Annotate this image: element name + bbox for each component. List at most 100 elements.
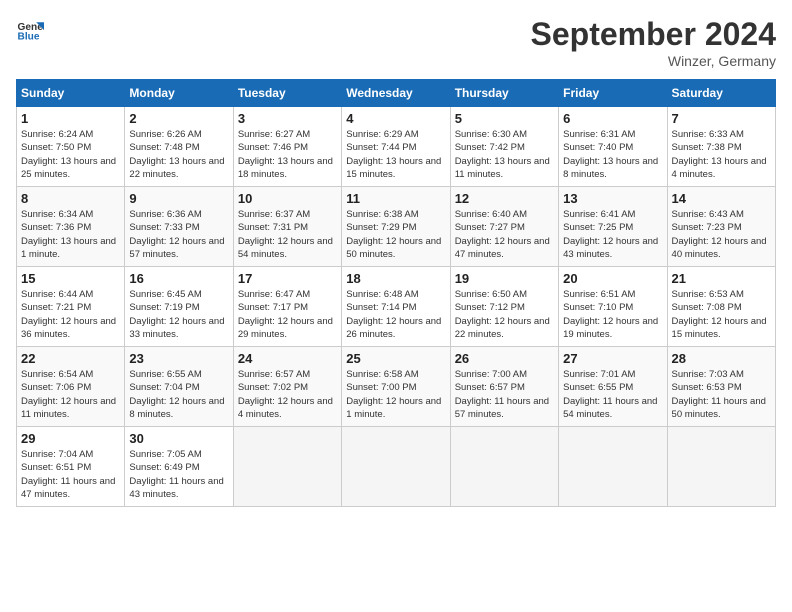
day-number: 5	[455, 111, 554, 126]
table-row: 4Sunrise: 6:29 AMSunset: 7:44 PMDaylight…	[342, 107, 450, 187]
col-monday: Monday	[125, 80, 233, 107]
day-number: 24	[238, 351, 337, 366]
cell-text: Sunrise: 7:00 AMSunset: 6:57 PMDaylight:…	[455, 369, 549, 420]
page-header: General Blue September 2024 Winzer, Germ…	[16, 16, 776, 69]
table-row: 2 Sunrise: 6:26 AMSunset: 7:48 PMDaylight…	[125, 107, 233, 187]
day-number: 18	[346, 271, 445, 286]
cell-text: Sunrise: 6:43 AMSunset: 7:23 PMDaylight:…	[672, 209, 767, 260]
logo: General Blue	[16, 16, 44, 44]
table-row: 13 Sunrise: 6:41 AMSunset: 7:25 PMDayligh…	[559, 187, 667, 267]
calendar-row: 22 Sunrise: 6:54 AMSunset: 7:06 PMDayligh…	[17, 347, 776, 427]
table-row: 22 Sunrise: 6:54 AMSunset: 7:06 PMDayligh…	[17, 347, 125, 427]
day-number: 12	[455, 191, 554, 206]
cell-text: Sunrise: 6:54 AMSunset: 7:06 PMDaylight:…	[21, 369, 116, 420]
table-row: 8 Sunrise: 6:34 AMSunset: 7:36 PMDaylight…	[17, 187, 125, 267]
cell-text: Sunrise: 6:45 AMSunset: 7:19 PMDaylight:…	[129, 289, 224, 340]
cell-text: Sunrise: 6:31 AMSunset: 7:40 PMDaylight:…	[563, 129, 658, 180]
day-number: 7	[672, 111, 771, 126]
calendar-row: 15 Sunrise: 6:44 AMSunset: 7:21 PMDayligh…	[17, 267, 776, 347]
month-title: September 2024	[531, 16, 776, 53]
table-row: 11Sunrise: 6:38 AMSunset: 7:29 PMDayligh…	[342, 187, 450, 267]
cell-text: Sunrise: 6:24 AMSunset: 7:50 PMDaylight:…	[21, 129, 116, 180]
cell-text: Sunrise: 6:33 AMSunset: 7:38 PMDaylight:…	[672, 129, 767, 180]
day-number: 8	[21, 191, 120, 206]
day-number: 19	[455, 271, 554, 286]
cell-text: Sunrise: 6:53 AMSunset: 7:08 PMDaylight:…	[672, 289, 767, 340]
table-row: 16Sunrise: 6:45 AMSunset: 7:19 PMDayligh…	[125, 267, 233, 347]
table-row	[342, 427, 450, 507]
day-number: 26	[455, 351, 554, 366]
logo-icon: General Blue	[16, 16, 44, 44]
col-tuesday: Tuesday	[233, 80, 341, 107]
day-number: 15	[21, 271, 120, 286]
cell-text: Sunrise: 6:57 AMSunset: 7:02 PMDaylight:…	[238, 369, 333, 420]
cell-text: Sunrise: 6:48 AMSunset: 7:14 PMDaylight:…	[346, 289, 441, 340]
table-row: 9 Sunrise: 6:36 AMSunset: 7:33 PMDaylight…	[125, 187, 233, 267]
table-row: 23 Sunrise: 6:55 AMSunset: 7:04 PMDayligh…	[125, 347, 233, 427]
cell-text: Sunrise: 6:36 AMSunset: 7:33 PMDaylight:…	[129, 209, 224, 260]
col-sunday: Sunday	[17, 80, 125, 107]
table-row: 19 Sunrise: 6:50 AMSunset: 7:12 PMDayligh…	[450, 267, 558, 347]
col-friday: Friday	[559, 80, 667, 107]
table-row: 24 Sunrise: 6:57 AMSunset: 7:02 PMDayligh…	[233, 347, 341, 427]
day-number: 25	[346, 351, 445, 366]
cell-text: Sunrise: 6:55 AMSunset: 7:04 PMDaylight:…	[129, 369, 224, 420]
table-row: 28Sunrise: 7:03 AMSunset: 6:53 PMDayligh…	[667, 347, 775, 427]
day-number: 13	[563, 191, 662, 206]
day-number: 28	[672, 351, 771, 366]
table-row: 27Sunrise: 7:01 AMSunset: 6:55 PMDayligh…	[559, 347, 667, 427]
day-number: 22	[21, 351, 120, 366]
day-number: 1	[21, 111, 120, 126]
day-number: 17	[238, 271, 337, 286]
cell-text: Sunrise: 6:47 AMSunset: 7:17 PMDaylight:…	[238, 289, 333, 340]
day-number: 29	[21, 431, 120, 446]
table-row: 10Sunrise: 6:37 AMSunset: 7:31 PMDayligh…	[233, 187, 341, 267]
cell-text: Sunrise: 6:34 AMSunset: 7:36 PMDaylight:…	[21, 209, 116, 260]
cell-text: Sunrise: 6:27 AMSunset: 7:46 PMDaylight:…	[238, 129, 333, 180]
table-row	[233, 427, 341, 507]
day-number: 27	[563, 351, 662, 366]
table-row: 3 Sunrise: 6:27 AMSunset: 7:46 PMDaylight…	[233, 107, 341, 187]
table-row	[450, 427, 558, 507]
day-number: 2	[129, 111, 228, 126]
table-row: 30 Sunrise: 7:05 AMSunset: 6:49 PMDayligh…	[125, 427, 233, 507]
col-thursday: Thursday	[450, 80, 558, 107]
table-row	[559, 427, 667, 507]
table-row: 15 Sunrise: 6:44 AMSunset: 7:21 PMDayligh…	[17, 267, 125, 347]
table-row: 12 Sunrise: 6:40 AMSunset: 7:27 PMDayligh…	[450, 187, 558, 267]
table-row: 18 Sunrise: 6:48 AMSunset: 7:14 PMDayligh…	[342, 267, 450, 347]
cell-text: Sunrise: 6:41 AMSunset: 7:25 PMDaylight:…	[563, 209, 658, 260]
cell-text: Sunrise: 6:40 AMSunset: 7:27 PMDaylight:…	[455, 209, 550, 260]
day-number: 11	[346, 191, 445, 206]
day-number: 20	[563, 271, 662, 286]
calendar-row: 1 Sunrise: 6:24 AMSunset: 7:50 PMDaylight…	[17, 107, 776, 187]
table-row: 6 Sunrise: 6:31 AMSunset: 7:40 PMDaylight…	[559, 107, 667, 187]
day-number: 21	[672, 271, 771, 286]
cell-text: Sunrise: 6:58 AMSunset: 7:00 PMDaylight:…	[346, 369, 441, 420]
cell-text: Sunrise: 6:51 AMSunset: 7:10 PMDaylight:…	[563, 289, 658, 340]
cell-text: Sunrise: 6:26 AMSunset: 7:48 PMDaylight:…	[129, 129, 224, 180]
day-number: 10	[238, 191, 337, 206]
calendar-row: 29 Sunrise: 7:04 AMSunset: 6:51 PMDayligh…	[17, 427, 776, 507]
cell-text: Sunrise: 7:05 AMSunset: 6:49 PMDaylight:…	[129, 449, 223, 500]
day-number: 23	[129, 351, 228, 366]
col-saturday: Saturday	[667, 80, 775, 107]
cell-text: Sunrise: 6:30 AMSunset: 7:42 PMDaylight:…	[455, 129, 550, 180]
table-row: 14Sunrise: 6:43 AMSunset: 7:23 PMDayligh…	[667, 187, 775, 267]
day-number: 9	[129, 191, 228, 206]
day-number: 4	[346, 111, 445, 126]
col-wednesday: Wednesday	[342, 80, 450, 107]
table-row: 1 Sunrise: 6:24 AMSunset: 7:50 PMDaylight…	[17, 107, 125, 187]
table-row: 20 Sunrise: 6:51 AMSunset: 7:10 PMDayligh…	[559, 267, 667, 347]
cell-text: Sunrise: 7:04 AMSunset: 6:51 PMDaylight:…	[21, 449, 115, 500]
table-row	[667, 427, 775, 507]
cell-text: Sunrise: 6:50 AMSunset: 7:12 PMDaylight:…	[455, 289, 550, 340]
location: Winzer, Germany	[531, 53, 776, 69]
day-number: 30	[129, 431, 228, 446]
table-row: 21 Sunrise: 6:53 AMSunset: 7:08 PMDayligh…	[667, 267, 775, 347]
svg-text:Blue: Blue	[18, 31, 40, 42]
cell-text: Sunrise: 6:44 AMSunset: 7:21 PMDaylight:…	[21, 289, 116, 340]
day-number: 3	[238, 111, 337, 126]
table-row: 5 Sunrise: 6:30 AMSunset: 7:42 PMDaylight…	[450, 107, 558, 187]
day-number: 6	[563, 111, 662, 126]
